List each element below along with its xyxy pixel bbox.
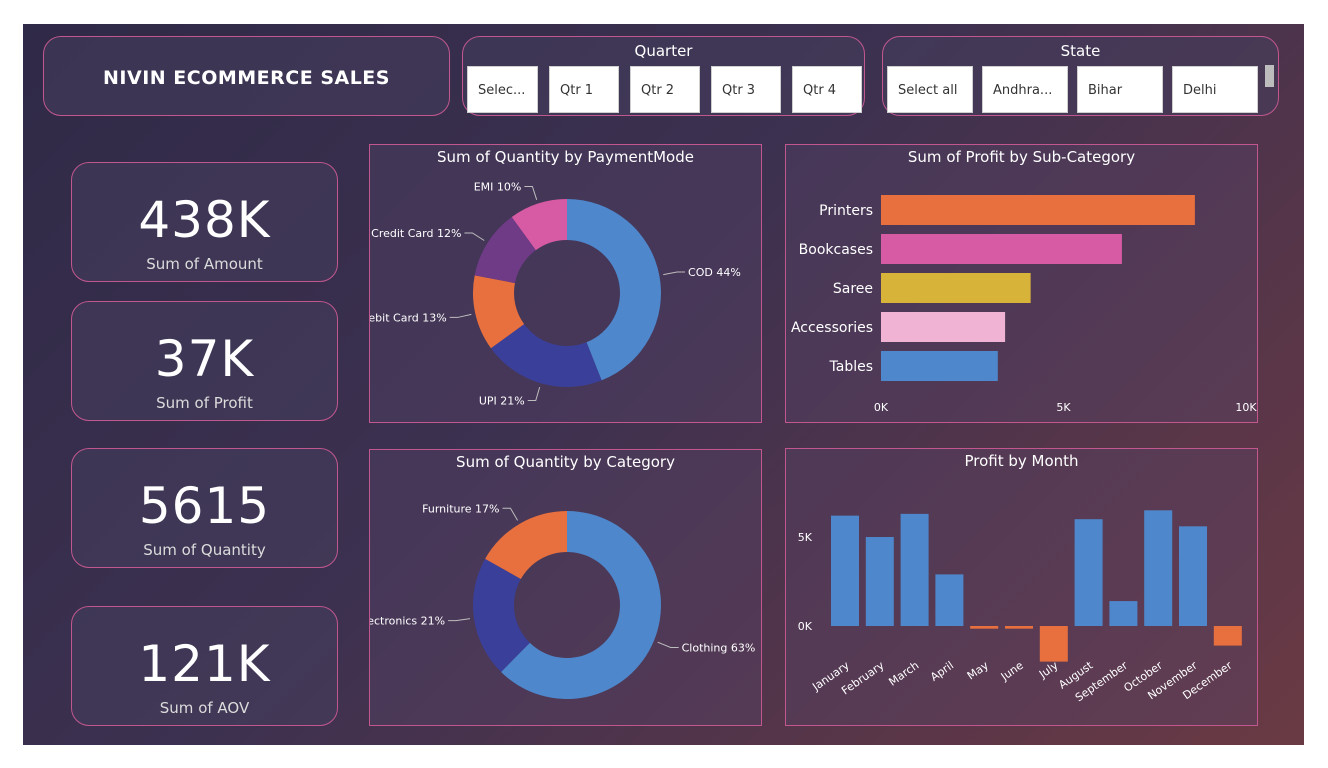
y-tick-label: 5K	[798, 531, 813, 544]
bar-accessories[interactable]	[881, 312, 1006, 342]
bar-april[interactable]	[935, 574, 964, 626]
bar-october[interactable]	[1144, 510, 1173, 626]
donut-leader-line	[502, 507, 518, 521]
donut-leader-line	[657, 641, 679, 648]
kpi-card-amount: 438K Sum of Amount	[71, 162, 338, 282]
quarter-tile-qtr2[interactable]: Qtr 2	[630, 66, 700, 113]
state-slicer-header: State	[1060, 42, 1101, 60]
title-card: NIVIN ECOMMERCE SALES	[43, 36, 450, 116]
kpi-value: 5615	[138, 477, 271, 535]
month-label-july: July	[1036, 659, 1061, 682]
donut-label-cod: COD 44%	[688, 266, 741, 279]
kpi-label: Sum of AOV	[159, 699, 250, 717]
donut-leader-line	[464, 232, 485, 241]
donut-leader-line	[449, 313, 472, 318]
month-label-march: March	[886, 659, 921, 689]
donut-leader-line	[524, 185, 538, 200]
kpi-value: 438K	[138, 191, 271, 249]
state-slicer-scrollbar[interactable]	[1265, 65, 1274, 87]
state-tile-select-all[interactable]: Select all	[887, 66, 973, 113]
profit-by-month-panel: Profit by Month January February March Apri…	[785, 448, 1258, 726]
category-label-saree: Saree	[833, 281, 873, 297]
payment-mode-donut-chart: COD 44% UPI 21% Debit Card 13% Credit Card …	[370, 180, 741, 408]
kpi-card-profit: 37K Sum of Profit	[71, 301, 338, 421]
state-tile-andhra[interactable]: Andhra...	[982, 66, 1068, 113]
donut-label-electronics: Electronics 21%	[370, 615, 445, 628]
kpi-value: 37K	[154, 330, 255, 388]
donut-label-clothing: Clothing 63%	[682, 641, 756, 654]
bar-bookcases[interactable]	[881, 234, 1122, 264]
bar-august[interactable]	[1074, 519, 1103, 626]
category-label-tables: Tables	[829, 359, 874, 375]
quarter-tile-qtr1[interactable]: Qtr 1	[549, 66, 619, 113]
quarter-slicer: Quarter Selec... Qtr 1 Qtr 2 Qtr 3 Qtr 4	[462, 36, 865, 116]
bar-saree[interactable]	[881, 273, 1031, 303]
month-label-may: May	[965, 659, 991, 683]
donut-label-credit-card: Credit Card 12%	[371, 227, 461, 240]
subcategory-profit-panel: Sum of Profit by Sub-Category Printers Bo…	[785, 144, 1258, 423]
donut-leader-line	[527, 386, 541, 402]
donut-label-upi: UPI 21%	[479, 395, 525, 408]
bar-printers[interactable]	[881, 195, 1195, 225]
state-tile-delhi[interactable]: Delhi	[1172, 66, 1258, 113]
subcategory-profit-bar-chart: Printers Bookcases Saree Accessories Tables 0…	[791, 195, 1257, 414]
state-tile-bihar[interactable]: Bihar	[1077, 66, 1163, 113]
donut-leader-line	[448, 618, 471, 622]
donut-label-debit-card: Debit Card 13%	[370, 311, 447, 324]
bar-tables[interactable]	[881, 351, 998, 381]
donut-label-furniture: Furniture 17%	[422, 502, 499, 515]
state-slicer: State Select all Andhra... Bihar Delhi	[882, 36, 1279, 116]
category-label-bookcases: Bookcases	[799, 242, 873, 258]
bar-july[interactable]	[1039, 626, 1068, 662]
kpi-card-aov: 121K Sum of AOV	[71, 606, 338, 726]
kpi-card-quantity: 5615 Sum of Quantity	[71, 448, 338, 568]
dashboard-title: NIVIN ECOMMERCE SALES	[103, 67, 390, 89]
category-donut-panel: Sum of Quantity by Category Clothing 63%…	[369, 449, 762, 726]
category-label-accessories: Accessories	[791, 320, 873, 336]
kpi-label: Sum of Quantity	[143, 541, 266, 559]
kpi-label: Sum of Profit	[156, 394, 253, 412]
bar-september[interactable]	[1109, 601, 1138, 626]
quarter-tile-qtr3[interactable]: Qtr 3	[711, 66, 781, 113]
kpi-value: 121K	[138, 635, 271, 693]
quarter-slicer-header: Quarter	[634, 42, 693, 60]
month-label-june: June	[998, 659, 1026, 684]
bar-february[interactable]	[865, 537, 894, 626]
bar-december[interactable]	[1213, 626, 1242, 646]
x-tick-label: 0K	[874, 401, 889, 414]
bar-june[interactable]	[1005, 626, 1033, 629]
y-tick-label: 0K	[798, 620, 813, 633]
payment-mode-donut-panel: Sum of Quantity by PaymentMode COD 44% UP…	[369, 144, 762, 423]
bar-march[interactable]	[900, 513, 929, 626]
donut-leader-line	[663, 271, 686, 276]
quarter-tile-qtr4[interactable]: Qtr 4	[792, 66, 862, 113]
bar-january[interactable]	[831, 515, 859, 626]
profit-by-month-bar-chart: JanuaryFebruary March April May June JulyAugu…	[798, 510, 1242, 704]
bar-november[interactable]	[1179, 526, 1207, 626]
month-label-april: April	[928, 659, 956, 684]
bar-may[interactable]	[970, 626, 999, 629]
donut-label-emi: EMI 10%	[474, 180, 522, 193]
category-label-printers: Printers	[819, 203, 873, 219]
dashboard-canvas: NIVIN ECOMMERCE SALES Quarter Selec... Q…	[23, 24, 1304, 745]
category-donut-chart: Clothing 63% Electronics 21% Furniture 17%	[370, 502, 756, 699]
quarter-tile-select-all[interactable]: Selec...	[467, 66, 538, 113]
x-tick-label: 5K	[1056, 401, 1071, 414]
x-tick-label: 10K	[1235, 401, 1257, 414]
kpi-label: Sum of Amount	[146, 255, 263, 273]
